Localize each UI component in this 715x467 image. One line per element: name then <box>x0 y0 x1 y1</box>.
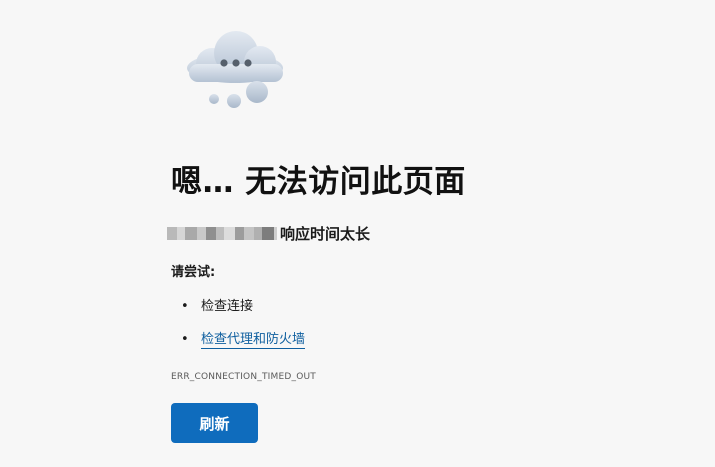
redacted-block <box>235 226 244 240</box>
bullet: • <box>181 332 189 347</box>
refresh-button[interactable]: 刷新 <box>171 403 258 443</box>
cloud-dot <box>220 59 228 67</box>
cloud-dot <box>244 59 252 67</box>
redacted-block <box>244 226 254 240</box>
error-page: 嗯… 无法访问此页面 响应时间太长 请尝试: • 检查连接 • 检查代理和防火墙… <box>0 0 715 467</box>
cloud-with-dots-icon <box>187 31 283 108</box>
suggestion-item-check-connection: • 检查连接 <box>171 296 305 329</box>
redacted-block <box>167 226 177 240</box>
redacted-block <box>197 226 206 240</box>
error-code: ERR_CONNECTION_TIMED_OUT <box>171 372 316 382</box>
redacted-block <box>274 226 277 240</box>
check-proxy-firewall-link[interactable]: 检查代理和防火墙 <box>201 332 306 349</box>
redacted-block <box>262 226 274 240</box>
suggestion-list: • 检查连接 • 检查代理和防火墙 <box>171 296 306 362</box>
cloud-body <box>187 31 283 83</box>
redacted-block <box>206 226 216 240</box>
redacted-url <box>167 226 277 240</box>
droplet <box>227 94 241 108</box>
suggestion-label: 检查连接 <box>201 299 254 314</box>
cloud-dot <box>232 59 240 67</box>
redacted-block <box>254 226 262 240</box>
redacted-block <box>185 226 197 240</box>
redacted-block <box>224 226 235 240</box>
redacted-block <box>177 226 185 240</box>
error-subtitle: 响应时间太长 <box>167 221 370 245</box>
page-title: 嗯… 无法访问此页面 <box>171 164 466 200</box>
droplet <box>246 81 268 103</box>
timeout-message: 响应时间太长 <box>280 224 371 243</box>
try-heading: 请尝试: <box>171 265 216 280</box>
droplet <box>209 94 219 104</box>
suggestion-item-proxy-firewall: • 检查代理和防火墙 <box>171 329 306 362</box>
bullet: • <box>181 299 189 314</box>
redacted-block <box>216 226 224 240</box>
